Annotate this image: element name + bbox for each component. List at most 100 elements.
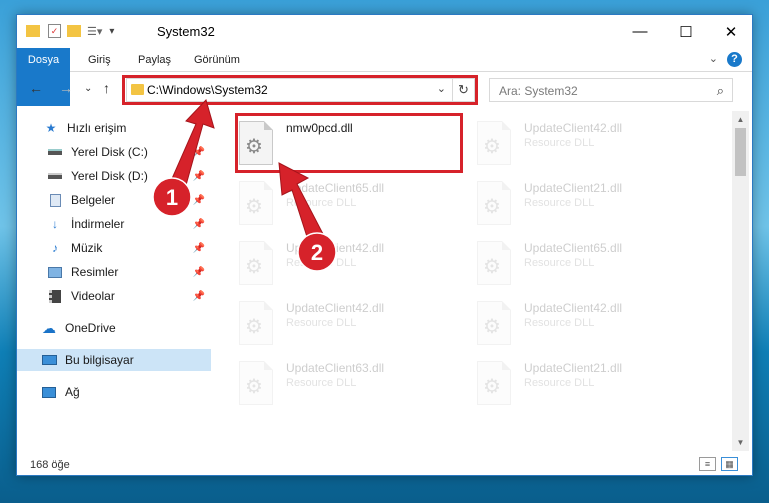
file-name: UpdateClient21.dll (524, 181, 623, 195)
drive-icon (47, 145, 63, 159)
pin-icon[interactable]: 📌 (193, 291, 205, 302)
close-button[interactable]: ✕ (708, 15, 754, 48)
cloud-icon: ☁ (42, 319, 56, 336)
help-button[interactable]: ? (727, 52, 742, 67)
ribbon-expand-chevron-icon[interactable]: ⌄ (709, 52, 718, 65)
file-item[interactable]: ⚙ UpdateClient42.dll Resource DLL (465, 115, 695, 173)
new-folder-icon[interactable] (67, 25, 81, 37)
recent-locations-chevron-icon[interactable]: ⌄ (84, 83, 92, 94)
network-icon (41, 385, 57, 399)
file-item[interactable]: ⚙ UpdateClient21.dll Resource DLL (465, 175, 695, 233)
sidebar-item-label: Yerel Disk (C:) (71, 145, 148, 159)
tab-share[interactable]: Paylaş (127, 48, 182, 72)
sidebar-item-label: İndirmeler (71, 217, 125, 231)
scrollbar-thumb[interactable] (735, 128, 746, 176)
sidebar-item-label: Müzik (71, 241, 103, 255)
file-name: UpdateClient63.dll (286, 361, 385, 375)
file-description: Resource DLL (286, 317, 357, 329)
tab-view[interactable]: Görünüm (183, 48, 251, 72)
file-item[interactable]: ⚙ UpdateClient63.dll Resource DLL (227, 355, 457, 413)
sidebar-item-label: OneDrive (65, 321, 116, 335)
forward-arrow-icon[interactable]: → (59, 80, 73, 96)
file-item[interactable]: ⚙ UpdateClient65.dll Resource DLL (227, 175, 457, 233)
status-bar: 168 öğe ≡ ▦ (17, 453, 752, 476)
file-name: UpdateClient42.dll (524, 301, 623, 315)
search-icon[interactable]: ⌕ (717, 83, 724, 99)
sidebar-item-pictures[interactable]: Resimler 📌 (17, 261, 211, 283)
file-item[interactable]: ⚙ UpdateClient42.dll Resource DLL (465, 295, 695, 353)
pictures-icon (47, 265, 63, 279)
dll-file-icon: ⚙ (477, 121, 511, 165)
navigation-pane: ★ Hızlı erişim Yerel Disk (C:) 📌 Yerel D… (17, 111, 211, 451)
sidebar-item-music[interactable]: ♪ Müzik 📌 (17, 237, 211, 259)
file-description: Resource DLL (286, 257, 357, 269)
sidebar-item-videos[interactable]: Videolar 📌 (17, 285, 211, 307)
customize-qa-chevron-icon[interactable]: ▾ (109, 26, 114, 37)
minimize-button[interactable]: — (617, 15, 663, 48)
maximize-button[interactable]: ☐ (663, 15, 709, 48)
sidebar-item-label: Videolar (71, 289, 115, 303)
ribbon-tabs: Dosya Giriş Paylaş Görünüm ⌄ ? (17, 48, 752, 106)
file-description: Resource DLL (524, 317, 595, 329)
dll-file-icon: ⚙ (239, 301, 273, 345)
list-icon[interactable]: ☰▾ (87, 25, 102, 38)
file-item[interactable]: ⚙ UpdateClient42.dll Resource DLL (227, 235, 457, 293)
pin-icon[interactable]: 📌 (193, 171, 205, 182)
file-highlight (235, 113, 463, 173)
file-item[interactable]: ⚙ UpdateClient65.dll Resource DLL (465, 235, 695, 293)
pin-icon[interactable]: 📌 (193, 147, 205, 158)
sidebar-item-local-disk-c[interactable]: Yerel Disk (C:) 📌 (17, 141, 211, 163)
file-name: UpdateClient65.dll (524, 241, 623, 255)
file-item[interactable]: ⚙ UpdateClient21.dll Resource DLL (465, 355, 695, 413)
up-arrow-icon[interactable]: ↑ (103, 80, 110, 96)
back-arrow-icon[interactable]: ← (29, 80, 43, 96)
sidebar-item-label: Belgeler (71, 193, 116, 207)
file-name: UpdateClient65.dll (286, 181, 385, 195)
pin-icon[interactable]: 📌 (193, 195, 205, 206)
sidebar-item-onedrive[interactable]: ☁ OneDrive (17, 317, 211, 339)
gear-icon: ⚙ (245, 256, 263, 278)
search-input[interactable]: Ara: System32 (499, 84, 578, 98)
gear-icon: ⚙ (483, 316, 501, 338)
file-description: Resource DLL (286, 197, 357, 209)
sidebar-item-network[interactable]: Ağ (17, 381, 211, 403)
music-icon: ♪ (52, 241, 58, 255)
details-view-icon[interactable]: ≡ (699, 457, 716, 471)
pin-icon[interactable]: 📌 (193, 243, 205, 254)
scroll-up-icon[interactable]: ▲ (732, 111, 749, 128)
file-description: Resource DLL (286, 377, 357, 389)
computer-icon (41, 353, 57, 367)
file-description: Resource DLL (524, 137, 595, 149)
vertical-scrollbar[interactable]: ▲ ▼ (732, 111, 749, 451)
sidebar-item-label: Ağ (65, 385, 80, 399)
scroll-down-icon[interactable]: ▼ (732, 434, 749, 451)
title-bar: ✓ ☰▾ ▾ System32 — ☐ ✕ (17, 15, 752, 48)
dll-file-icon: ⚙ (239, 361, 273, 405)
file-name: UpdateClient42.dll (286, 301, 385, 315)
dll-file-icon: ⚙ (239, 181, 273, 225)
sidebar-item-local-disk-d[interactable]: Yerel Disk (D:) 📌 (17, 165, 211, 187)
large-icons-view-icon[interactable]: ▦ (721, 457, 738, 471)
sidebar-item-label: Resimler (71, 265, 119, 279)
sidebar-item-this-pc[interactable]: Bu bilgisayar (17, 349, 211, 371)
pin-icon[interactable]: 📌 (193, 267, 205, 278)
file-description: Resource DLL (524, 197, 595, 209)
pin-icon[interactable]: 📌 (193, 219, 205, 230)
file-item[interactable]: ⚙ UpdateClient42.dll Resource DLL (227, 295, 457, 353)
gear-icon: ⚙ (483, 376, 501, 398)
dll-file-icon: ⚙ (239, 241, 273, 285)
file-name: UpdateClient42.dll (524, 121, 623, 135)
download-icon: ↓ (52, 217, 58, 231)
file-description: Resource DLL (524, 257, 595, 269)
properties-icon[interactable]: ✓ (48, 24, 61, 38)
gear-icon: ⚙ (483, 136, 501, 158)
documents-icon (47, 193, 63, 207)
search-box[interactable]: Ara: System32 ⌕ (489, 78, 733, 102)
sidebar-item-downloads[interactable]: ↓ İndirmeler 📌 (17, 213, 211, 235)
sidebar-item-quick-access[interactable]: ★ Hızlı erişim (17, 117, 211, 139)
sidebar-item-label: Bu bilgisayar (65, 353, 134, 367)
sidebar-item-documents[interactable]: Belgeler 📌 (17, 189, 211, 211)
sidebar-item-label: Yerel Disk (D:) (71, 169, 148, 183)
folder-icon[interactable] (26, 25, 40, 37)
tab-home[interactable]: Giriş (77, 48, 122, 72)
